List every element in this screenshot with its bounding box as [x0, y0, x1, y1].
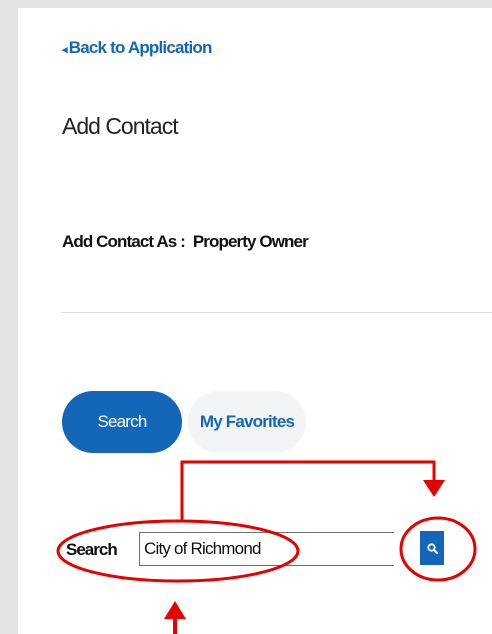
search-input[interactable] [139, 532, 394, 566]
page-title: Add Contact [62, 113, 179, 139]
tab-search[interactable]: Search [62, 391, 182, 453]
back-link-label: Back to Application [68, 38, 213, 57]
search-button[interactable] [420, 531, 444, 565]
chevron-left-icon: ◂ [62, 44, 67, 56]
add-contact-as: Add Contact As : Property Owner [62, 232, 309, 252]
tab-my-favorites[interactable]: My Favorites [188, 391, 306, 453]
back-to-application-link[interactable]: ◂ Back to Application [62, 38, 212, 58]
search-icon [426, 542, 438, 554]
search-label: Search [66, 540, 118, 559]
divider [62, 312, 492, 313]
add-contact-as-value: Property Owner [192, 232, 309, 251]
add-contact-as-label: Add Contact As : [62, 232, 186, 251]
